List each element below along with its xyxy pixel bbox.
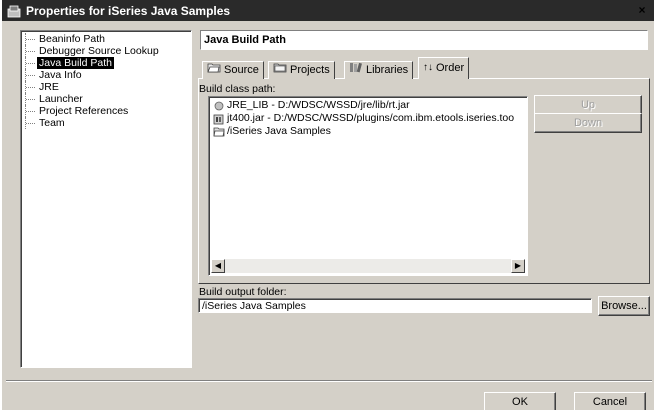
list-item-label: JRE_LIB - D:/WDSC/WSSD/jre/lib/rt.jar — [227, 99, 410, 111]
separator — [6, 380, 652, 382]
build-output-folder-label: Build output folder: — [199, 286, 287, 298]
bottom-edge — [2, 410, 654, 420]
tree-item-project-references[interactable]: Project References — [25, 105, 130, 117]
browse-button[interactable]: Browse... — [598, 296, 650, 316]
order-arrows-icon: ↑↓ — [423, 62, 433, 74]
tab-label: Libraries — [366, 64, 409, 76]
list-item[interactable]: jt400.jar - D:/WDSC/WSSD/plugins/com.ibm… — [213, 112, 514, 125]
property-pages-tree[interactable]: Beaninfo Path Debugger Source Lookup Jav… — [20, 30, 192, 368]
list-item-label: jt400.jar - D:/WDSC/WSSD/plugins/com.ibm… — [227, 112, 515, 124]
title-bar[interactable]: Properties for iSeries Java Samples — [2, 0, 654, 21]
tree-item-label: Project References — [39, 105, 129, 117]
tab-projects[interactable]: Projects — [268, 61, 335, 79]
tree-item-label: Team — [39, 117, 65, 129]
tab-label: Order — [436, 62, 465, 74]
page-title: Java Build Path — [200, 30, 648, 50]
close-icon[interactable]: × — [634, 2, 650, 18]
tree-item-team[interactable]: Team — [25, 117, 67, 129]
build-output-folder-field[interactable] — [198, 298, 592, 313]
tree-item-beaninfo-path[interactable]: Beaninfo Path — [25, 33, 107, 45]
list-item[interactable]: JRE_LIB - D:/WDSC/WSSD/jre/lib/rt.jar — [213, 99, 410, 112]
tab-strip: Source Projects Libraries ↑↓ Order — [200, 57, 490, 79]
list-item-label: /iSeries Java Samples — [227, 125, 331, 137]
projects-folder-icon — [273, 62, 287, 78]
scroll-left-icon[interactable]: ◀ — [211, 259, 225, 273]
build-class-path-label: Build class path: — [199, 83, 276, 95]
tab-order[interactable]: ↑↓ Order — [418, 57, 470, 79]
tree-item-java-build-path[interactable]: Java Build Path — [25, 57, 114, 69]
tree-item-label: Beaninfo Path — [39, 33, 105, 45]
source-folder-icon — [207, 62, 221, 78]
tree-item-label: Java Build Path — [37, 57, 114, 69]
tree-item-java-info[interactable]: Java Info — [25, 69, 84, 81]
tab-libraries[interactable]: Libraries — [344, 61, 414, 79]
properties-dialog: Properties for iSeries Java Samples × Be… — [2, 0, 654, 420]
project-folder-icon — [213, 126, 225, 138]
tree-item-debugger-source-lookup[interactable]: Debugger Source Lookup — [25, 45, 161, 57]
tree-item-label: Java Info — [39, 69, 82, 81]
tree-item-launcher[interactable]: Launcher — [25, 93, 85, 105]
tree-item-jre[interactable]: JRE — [25, 81, 61, 93]
tab-label: Source — [224, 64, 259, 76]
variable-icon — [213, 100, 225, 112]
list-item[interactable]: /iSeries Java Samples — [213, 125, 331, 138]
tree-item-label: Launcher — [39, 93, 83, 105]
libraries-icon — [349, 62, 363, 78]
tree-item-label: JRE — [39, 81, 59, 93]
up-button[interactable]: Up — [534, 95, 642, 115]
tab-label: Projects — [290, 64, 330, 76]
jar-icon — [213, 113, 225, 125]
tree-item-label: Debugger Source Lookup — [39, 45, 159, 57]
horizontal-scrollbar[interactable]: ◀ ▶ — [211, 259, 525, 273]
properties-icon — [6, 3, 22, 19]
down-button[interactable]: Down — [534, 113, 642, 133]
build-class-path-list[interactable]: JRE_LIB - D:/WDSC/WSSD/jre/lib/rt.jar jt… — [208, 96, 528, 276]
window-title: Properties for iSeries Java Samples — [26, 3, 231, 18]
cancel-button[interactable]: Cancel — [574, 392, 646, 412]
ok-button[interactable]: OK — [484, 392, 556, 412]
tab-source[interactable]: Source — [202, 61, 264, 79]
scroll-right-icon[interactable]: ▶ — [511, 259, 525, 273]
